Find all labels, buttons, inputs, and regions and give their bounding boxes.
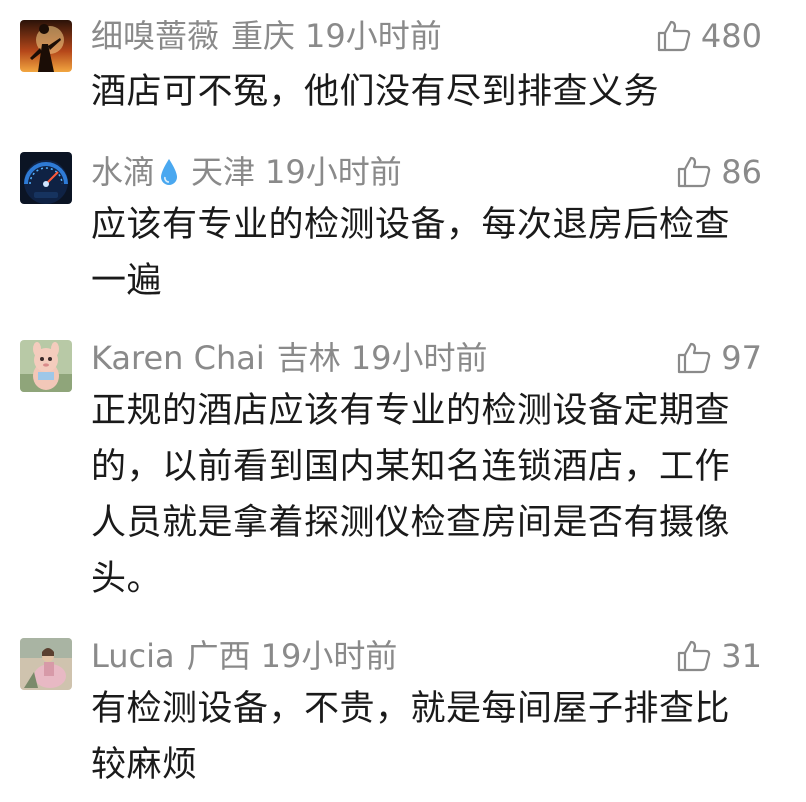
painting-avatar xyxy=(20,638,72,690)
location: 吉林 xyxy=(276,339,341,377)
user-avatar[interactable] xyxy=(20,638,72,690)
car-dashboard-avatar xyxy=(20,152,72,204)
comment-meta: Karen Chai 吉林 19小时前 xyxy=(91,338,488,378)
like-count: 480 xyxy=(700,17,762,55)
like-count: 31 xyxy=(721,637,762,675)
thumbs-up-icon[interactable] xyxy=(677,342,711,383)
timestamp: 19小时前 xyxy=(350,339,488,377)
location: 重庆 xyxy=(231,17,296,55)
like-count: 97 xyxy=(721,339,762,377)
like-button[interactable]: 97 xyxy=(677,338,762,378)
location: 天津 xyxy=(191,153,256,191)
like-button[interactable]: 480 xyxy=(657,16,762,56)
timestamp: 19小时前 xyxy=(260,637,398,675)
user-avatar[interactable] xyxy=(20,20,72,72)
comment-text: 酒店可不冤，他们没有尽到排查义务 xyxy=(91,72,660,112)
username[interactable]: Lucia xyxy=(91,637,175,675)
like-button[interactable]: 86 xyxy=(677,152,762,192)
comment-text: 应该有专业的检测设备，每次退房后检查一遍 xyxy=(91,205,731,301)
like-button[interactable]: 31 xyxy=(677,636,762,676)
username[interactable]: 水滴 xyxy=(91,153,155,191)
timestamp: 19小时前 xyxy=(305,17,442,55)
thumbs-up-icon[interactable] xyxy=(657,20,691,61)
location: 广西 xyxy=(186,637,251,675)
user-avatar[interactable] xyxy=(20,152,72,204)
user-avatar[interactable] xyxy=(20,340,72,392)
thumbs-up-icon[interactable] xyxy=(677,640,711,681)
username[interactable]: Karen Chai xyxy=(91,339,265,377)
water-drop-icon xyxy=(159,156,179,196)
comment-meta: 水滴 天津 19小时前 xyxy=(91,152,402,192)
ninja-silhouette-avatar xyxy=(20,20,72,72)
comment-text: 有检测设备，不贵，就是每间屋子排查比较麻烦 xyxy=(91,689,731,785)
timestamp: 19小时前 xyxy=(265,153,402,191)
comment-meta: Lucia 广西 19小时前 xyxy=(91,636,397,676)
username[interactable]: 细嗅蔷薇 xyxy=(91,17,219,55)
comment-text: 正规的酒店应该有专业的检测设备定期查的，以前看到国内某知名连锁酒店，工作人员就是… xyxy=(91,391,731,599)
plush-toy-avatar xyxy=(20,340,72,392)
like-count: 86 xyxy=(721,153,762,191)
comment-meta: 细嗅蔷薇 重庆 19小时前 xyxy=(91,16,442,56)
thumbs-up-icon[interactable] xyxy=(677,156,711,197)
